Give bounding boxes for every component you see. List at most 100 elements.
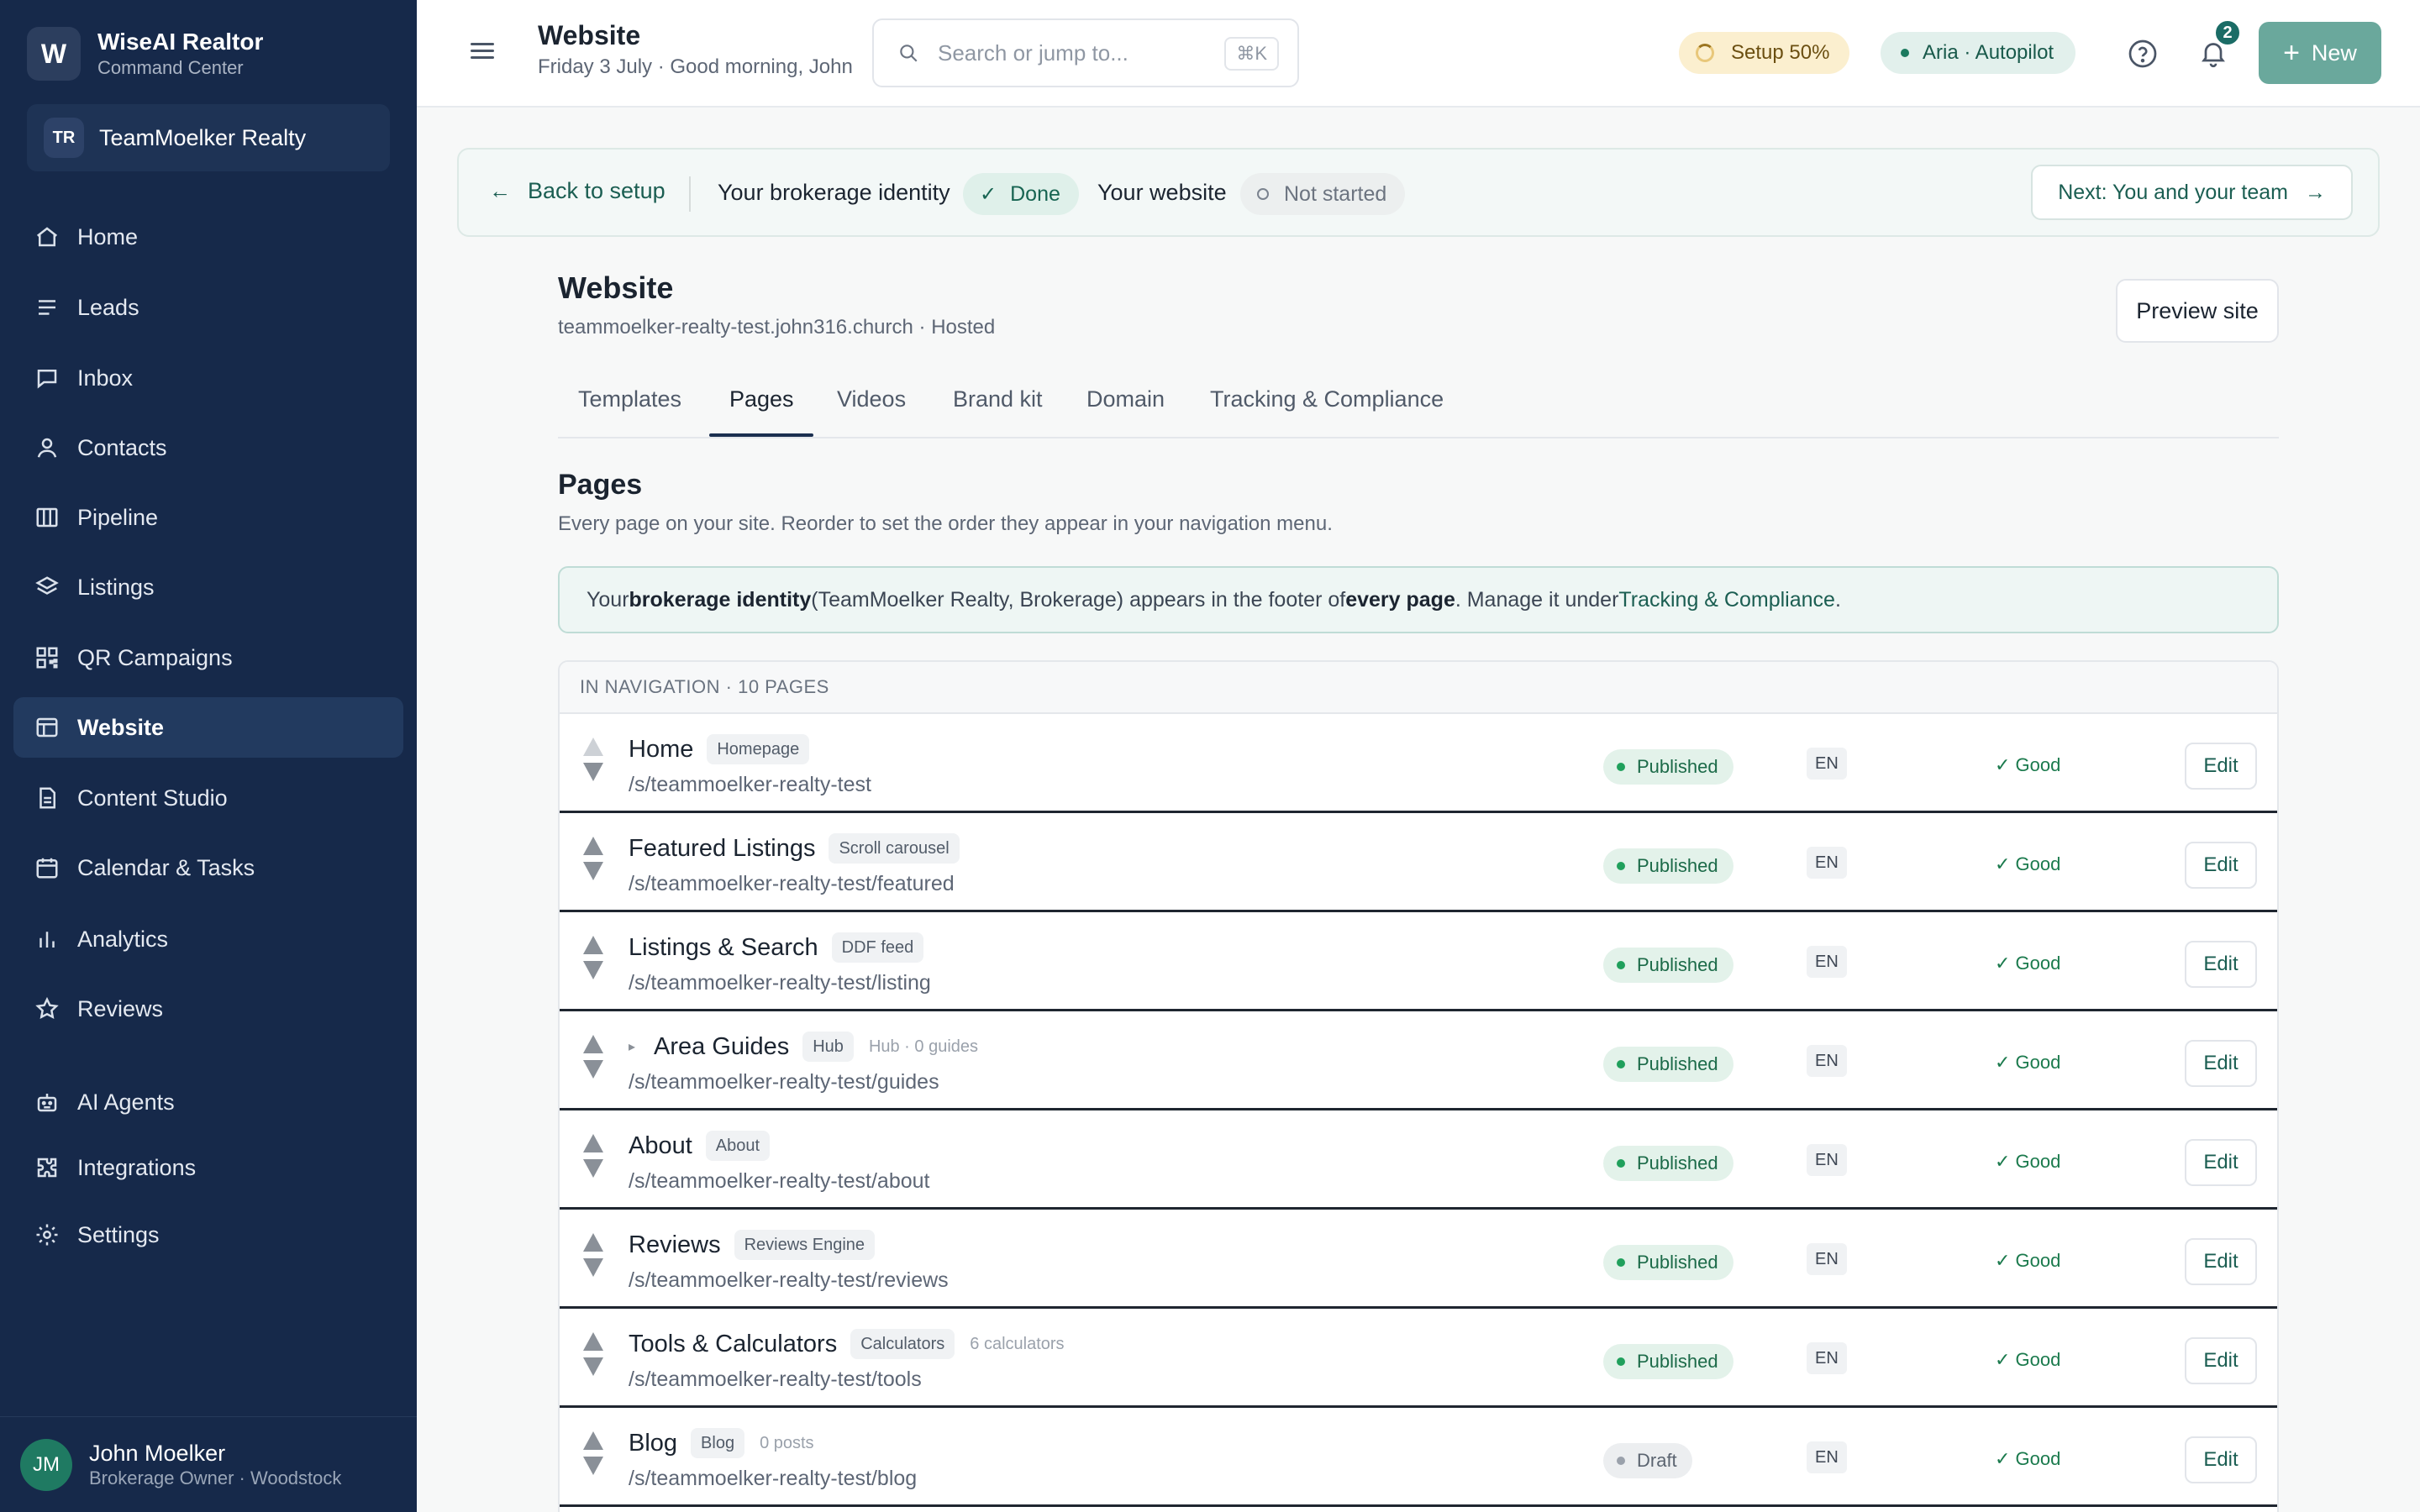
sidebar-item-content-studio[interactable]: Content Studio bbox=[13, 768, 403, 828]
move-down-icon[interactable] bbox=[583, 763, 603, 781]
tab-pages[interactable]: Pages bbox=[729, 386, 794, 412]
table-row[interactable]: Home Homepage/s/teammoelker-realty-test Pu… bbox=[560, 714, 2277, 813]
tab-templates[interactable]: Templates bbox=[578, 386, 681, 412]
gear-icon bbox=[34, 1221, 60, 1248]
expand-caret-icon[interactable]: ▸ bbox=[629, 1038, 635, 1055]
search-icon bbox=[900, 45, 918, 62]
seo-status: ✓ Good bbox=[1995, 1448, 2061, 1469]
step-done-label: Done bbox=[1010, 181, 1060, 206]
edit-page-button[interactable]: Edit bbox=[2185, 842, 2257, 889]
sidebar-item-analytics[interactable]: Analytics bbox=[13, 909, 403, 969]
notice-bold: every page bbox=[1345, 587, 1455, 612]
move-down-icon[interactable] bbox=[583, 1457, 603, 1475]
sidebar-item-integrations[interactable]: Integrations bbox=[13, 1137, 403, 1198]
user-menu[interactable]: JM John Moelker Brokerage Owner · Woodst… bbox=[0, 1416, 417, 1512]
sidebar-item-label: Listings bbox=[77, 574, 155, 600]
sidebar-item-settings[interactable]: Settings bbox=[13, 1205, 403, 1265]
sidebar-item-label: Contacts bbox=[77, 434, 167, 460]
move-up-icon[interactable] bbox=[583, 837, 603, 855]
edit-page-button[interactable]: Edit bbox=[2185, 1337, 2257, 1384]
seo-status: ✓ Good bbox=[1995, 1349, 2061, 1370]
table-row[interactable]: Blog Blog 0 posts/s/teammoelker-realty-tes… bbox=[560, 1408, 2277, 1507]
sidebar-item-website[interactable]: Website bbox=[13, 697, 403, 758]
tab-videos[interactable]: Videos bbox=[837, 386, 906, 412]
notice-text: . Manage it under bbox=[1455, 587, 1619, 612]
table-row[interactable]: Tools & Calculators Calculators 6 calculat… bbox=[560, 1309, 2277, 1408]
sidebar-item-home[interactable]: Home bbox=[13, 207, 403, 267]
move-down-icon[interactable] bbox=[583, 1357, 603, 1376]
sidebar-item-qr-campaigns[interactable]: QR Campaigns bbox=[13, 627, 403, 688]
move-down-icon[interactable] bbox=[583, 961, 603, 979]
page-title-group: Blog Blog 0 posts bbox=[629, 1426, 814, 1460]
back-to-setup-link[interactable]: ← Back to setup bbox=[489, 178, 666, 204]
sidebar-item-inbox[interactable]: Inbox bbox=[13, 348, 403, 408]
tab-domain[interactable]: Domain bbox=[1086, 386, 1165, 412]
next-step-button[interactable]: Next: You and your team → bbox=[2031, 165, 2353, 220]
page-name: Tools & Calculators bbox=[629, 1330, 838, 1357]
move-down-icon[interactable] bbox=[583, 1159, 603, 1178]
move-down-icon[interactable] bbox=[583, 1258, 603, 1277]
move-down-icon[interactable] bbox=[583, 1060, 603, 1079]
avatar: JM bbox=[20, 1438, 72, 1491]
language-badge: EN bbox=[1807, 1243, 1847, 1275]
sidebar-item-pipeline[interactable]: Pipeline bbox=[13, 487, 403, 548]
edit-page-button[interactable]: Edit bbox=[2185, 1238, 2257, 1285]
table-row[interactable]: ▸ Area Guides Hub Hub · 0 guides/s/teammoel… bbox=[560, 1011, 2277, 1110]
page-type-tag: Calculators bbox=[850, 1329, 955, 1359]
sidebar-item-label: QR Campaigns bbox=[77, 644, 233, 670]
team-name: TeamMoelker Realty bbox=[99, 124, 307, 150]
move-up-icon[interactable] bbox=[583, 1332, 603, 1351]
sidebar-item-calendar-tasks[interactable]: Calendar & Tasks bbox=[13, 837, 403, 898]
user-name: John Moelker bbox=[89, 1440, 226, 1466]
sidebar-item-contacts[interactable]: Contacts bbox=[13, 417, 403, 478]
step-brokerage-identity[interactable]: Your brokerage identity bbox=[718, 180, 950, 206]
status-badge: Published bbox=[1603, 1146, 1733, 1181]
edit-page-button[interactable]: Edit bbox=[2185, 1436, 2257, 1483]
step-your-website[interactable]: Your website bbox=[1097, 180, 1227, 206]
new-button[interactable]: + New bbox=[2259, 22, 2381, 84]
preview-site-button[interactable]: Preview site bbox=[2116, 279, 2279, 343]
edit-page-button[interactable]: Edit bbox=[2185, 1040, 2257, 1087]
search-input[interactable]: Search or jump to... ⌘K bbox=[872, 18, 1299, 87]
page-greeting: Friday 3 July · Good morning, John bbox=[538, 55, 853, 78]
next-step-label: Next: You and your team bbox=[2058, 180, 2288, 204]
table-row[interactable]: About About/s/teammoelker-realty-test/abo… bbox=[560, 1110, 2277, 1210]
team-switcher[interactable]: TR TeamMoelker Realty bbox=[27, 104, 390, 171]
sidebar-item-listings[interactable]: Listings bbox=[13, 557, 403, 617]
aria-status-badge[interactable]: Aria · Autopilot bbox=[1881, 32, 2076, 74]
tab-brand-kit[interactable]: Brand kit bbox=[953, 386, 1043, 412]
status-label: Published bbox=[1637, 1252, 1718, 1273]
reorder-handle bbox=[583, 1233, 605, 1277]
brand[interactable]: W WiseAI Realtor Command Center bbox=[27, 27, 263, 81]
table-row[interactable]: Featured Listings Scroll carousel/s/teamm… bbox=[560, 813, 2277, 912]
edit-page-button[interactable]: Edit bbox=[2185, 1139, 2257, 1186]
move-up-icon[interactable] bbox=[583, 1233, 603, 1252]
sidebar-item-label: AI Agents bbox=[77, 1089, 175, 1115]
section-title: Pages bbox=[558, 469, 643, 501]
notice-bold: brokerage identity bbox=[629, 587, 812, 612]
menu-toggle-icon[interactable] bbox=[471, 39, 497, 66]
seo-status: ✓ Good bbox=[1995, 1250, 2061, 1271]
help-icon[interactable] bbox=[2128, 39, 2158, 69]
move-up-icon[interactable] bbox=[583, 936, 603, 954]
edit-page-button[interactable]: Edit bbox=[2185, 743, 2257, 790]
tracking-compliance-link[interactable]: Tracking & Compliance bbox=[1618, 588, 1835, 612]
sidebar-item-reviews[interactable]: Reviews bbox=[13, 979, 403, 1039]
status-dot-icon bbox=[1617, 1457, 1625, 1465]
table-row[interactable]: Listings & Search DDF feed/s/teammoelker-… bbox=[560, 912, 2277, 1011]
setup-progress-badge[interactable]: Setup 50% bbox=[1679, 32, 1850, 74]
table-row[interactable]: Reviews Reviews Engine/s/teammoelker-real… bbox=[560, 1210, 2277, 1309]
step-not-started-badge: Not started bbox=[1240, 173, 1406, 215]
sidebar-item-ai-agents[interactable]: AI Agents bbox=[13, 1072, 403, 1132]
move-up-icon[interactable] bbox=[583, 1134, 603, 1152]
page-title-group: Home Homepage bbox=[629, 732, 810, 766]
sidebar-item-leads[interactable]: Leads bbox=[13, 277, 403, 338]
tab-tracking-compliance[interactable]: Tracking & Compliance bbox=[1210, 386, 1444, 412]
status-badge: Published bbox=[1603, 1344, 1733, 1379]
page-name: Featured Listings bbox=[629, 834, 816, 862]
move-down-icon[interactable] bbox=[583, 862, 603, 880]
page-path: /s/teammoelker-realty-test/guides bbox=[629, 1070, 939, 1094]
move-up-icon[interactable] bbox=[583, 1035, 603, 1053]
edit-page-button[interactable]: Edit bbox=[2185, 941, 2257, 988]
move-up-icon[interactable] bbox=[583, 1431, 603, 1450]
